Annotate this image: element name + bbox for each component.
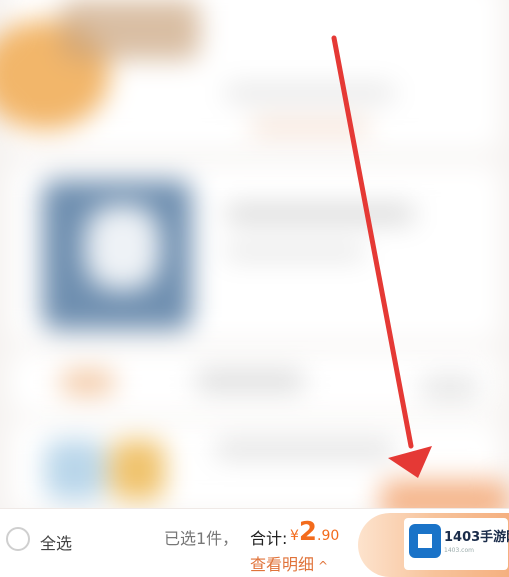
blurred-cart-list	[0, 0, 509, 508]
product-title-placeholder	[225, 205, 415, 223]
chevron-up-icon: ^	[318, 559, 329, 573]
price-integer: 2	[298, 517, 318, 547]
select-all-radio[interactable]	[6, 527, 30, 551]
selected-count: 已选1件，	[164, 529, 239, 548]
product-title-placeholder	[215, 440, 395, 458]
product-thumbnail	[60, 0, 200, 60]
product-subtitle-placeholder	[225, 245, 365, 259]
view-details-link[interactable]: 查看明细 ^	[250, 551, 328, 575]
product-thumbnail-detail	[85, 205, 160, 290]
product-title-placeholder	[225, 85, 395, 101]
watermark-text: 1403手游网	[444, 530, 509, 545]
select-all-toggle[interactable]: 全选	[0, 521, 110, 557]
order-summary: 已选1件， 合计: ¥2.90 查看明细 ^	[150, 515, 360, 575]
product-thumbnail	[45, 440, 105, 500]
currency-symbol: ¥	[290, 528, 299, 544]
checkout-glow	[380, 480, 509, 508]
total-price: ¥2.90	[290, 517, 339, 547]
product-price-placeholder	[250, 120, 370, 134]
product-thumbnail	[110, 440, 165, 500]
store-name-placeholder	[195, 370, 305, 392]
price-decimal: .90	[317, 528, 340, 544]
view-details-label: 查看明细	[250, 555, 315, 574]
watermark-logo-icon	[409, 524, 441, 558]
watermark-domain: 1403.com	[444, 547, 474, 554]
total-label: 合计:	[250, 529, 288, 548]
store-tag	[60, 370, 115, 395]
select-all-label: 全选	[40, 534, 73, 553]
site-watermark: 1403手游网 1403.com	[404, 518, 509, 570]
blurred-cart-content	[0, 0, 509, 508]
store-action-placeholder	[420, 375, 480, 401]
cube-icon	[418, 534, 432, 548]
